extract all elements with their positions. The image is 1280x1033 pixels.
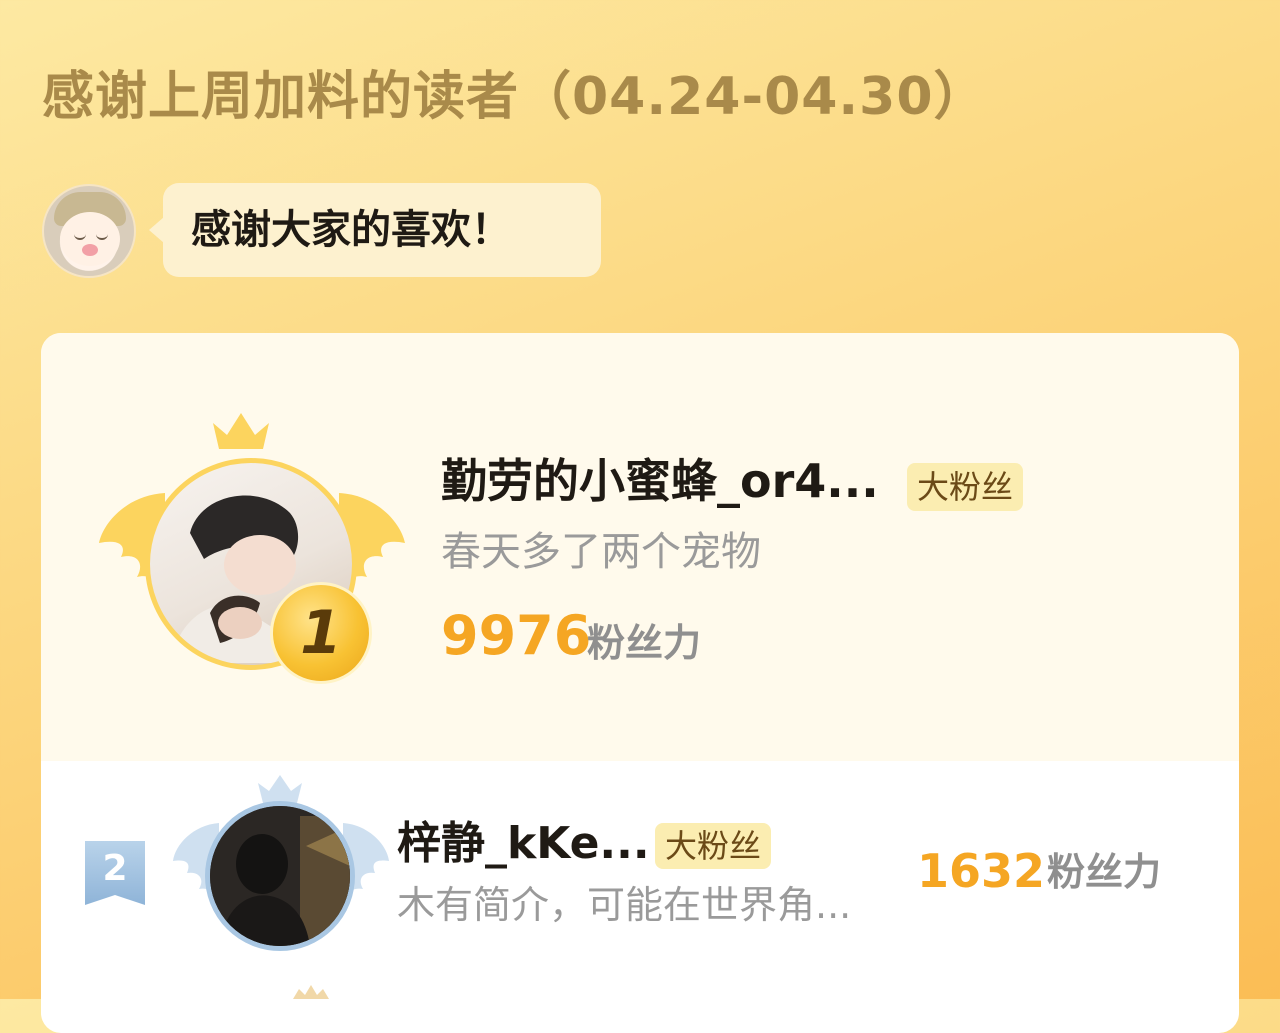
greeting-text: 感谢大家的喜欢！ (191, 207, 511, 253)
user-name[interactable]: 梓静_kKe... (397, 815, 650, 873)
rank-1-entry[interactable]: 1 勤劳的小蜜蜂_or4... 大粉丝 春天多了两个宠物 9976 粉丝力 (41, 333, 1239, 761)
mascot-avatar (42, 184, 136, 278)
fan-level-badge: 大粉丝 (907, 463, 1024, 511)
greeting-bubble: 感谢大家的喜欢！ (149, 183, 601, 277)
rank-2-ribbon-icon (85, 841, 145, 905)
crown-icon (213, 413, 269, 449)
avatar-photo (210, 806, 350, 946)
fan-power-score: 9976 (441, 604, 592, 667)
rank-1-badge: 1 (270, 582, 372, 684)
user-bio: 木有简介，可能在世界角... (397, 883, 852, 927)
user-name[interactable]: 勤劳的小蜜蜂_or4... (441, 451, 879, 511)
fan-power-score: 1632 (917, 844, 1046, 898)
rank-3-crown-icon (293, 985, 329, 999)
ranking-card: 1 勤劳的小蜜蜂_or4... 大粉丝 春天多了两个宠物 9976 粉丝力 2 (41, 333, 1239, 1033)
fan-power-unit: 粉丝力 (1047, 850, 1162, 894)
fan-level-badge: 大粉丝 (655, 823, 772, 869)
fan-power-unit: 粉丝力 (587, 621, 702, 665)
user-avatar[interactable] (205, 801, 355, 951)
user-bio: 春天多了两个宠物 (441, 529, 761, 575)
page-title: 感谢上周加料的读者（04.24-04.30） (42, 67, 987, 127)
